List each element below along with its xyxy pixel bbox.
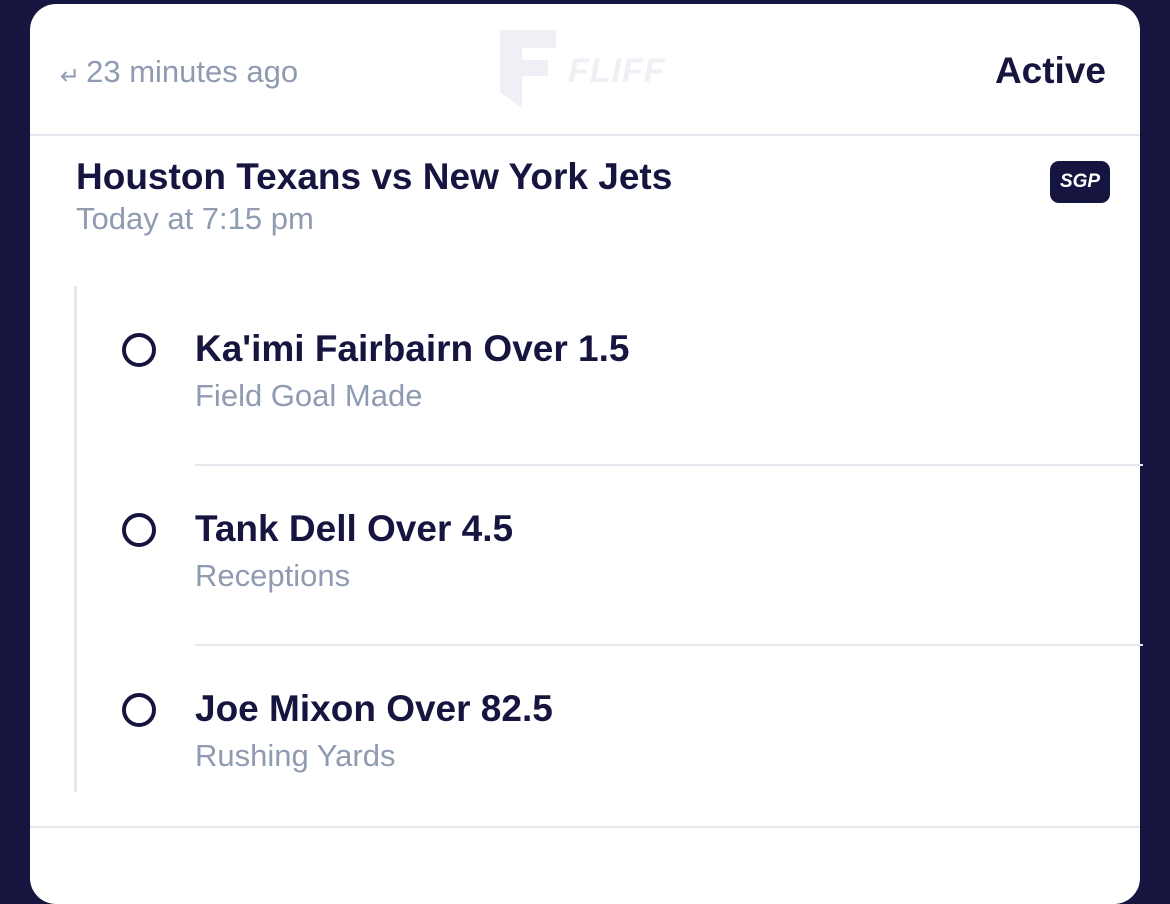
bottom-divider [30,826,1140,828]
bet-card: ↵ 23 minutes ago FLIFF Active Houston Te… [30,4,1143,904]
leg-market: Field Goal Made [195,378,423,413]
list-item[interactable]: Ka'imi Fairbairn Over 1.5 Field Goal Mad… [77,286,1143,466]
sgp-badge: SGP [1050,161,1110,203]
fliff-watermark-logo: FLIFF [500,30,666,108]
bet-card-header: ↵ 23 minutes ago FLIFF Active [30,4,1140,136]
time-ago: ↵ 23 minutes ago [60,54,298,90]
pending-circle-icon [122,693,156,727]
pending-circle-icon [122,333,156,367]
list-item[interactable]: Tank Dell Over 4.5 Receptions [77,466,1143,646]
game-time: Today at 7:15 pm [76,201,314,236]
watermark-text: FLIFF [568,52,666,90]
fliff-logo-icon [500,30,556,108]
pending-circle-icon [122,513,156,547]
leg-market: Receptions [195,558,351,593]
bet-status: Active [994,50,1106,91]
time-ago-text: 23 minutes ago [86,54,299,89]
leg-title: Joe Mixon Over 82.5 [195,688,553,729]
game-title: Houston Texans vs New York Jets [76,156,673,197]
leg-title: Ka'imi Fairbairn Over 1.5 [195,328,630,369]
leg-title: Tank Dell Over 4.5 [195,508,514,549]
return-arrow-icon: ↵ [60,62,81,90]
leg-market: Rushing Yards [195,738,396,773]
list-item[interactable]: Joe Mixon Over 82.5 Rushing Yards [77,646,1143,826]
bet-legs: Ka'imi Fairbairn Over 1.5 Field Goal Mad… [74,286,1143,792]
